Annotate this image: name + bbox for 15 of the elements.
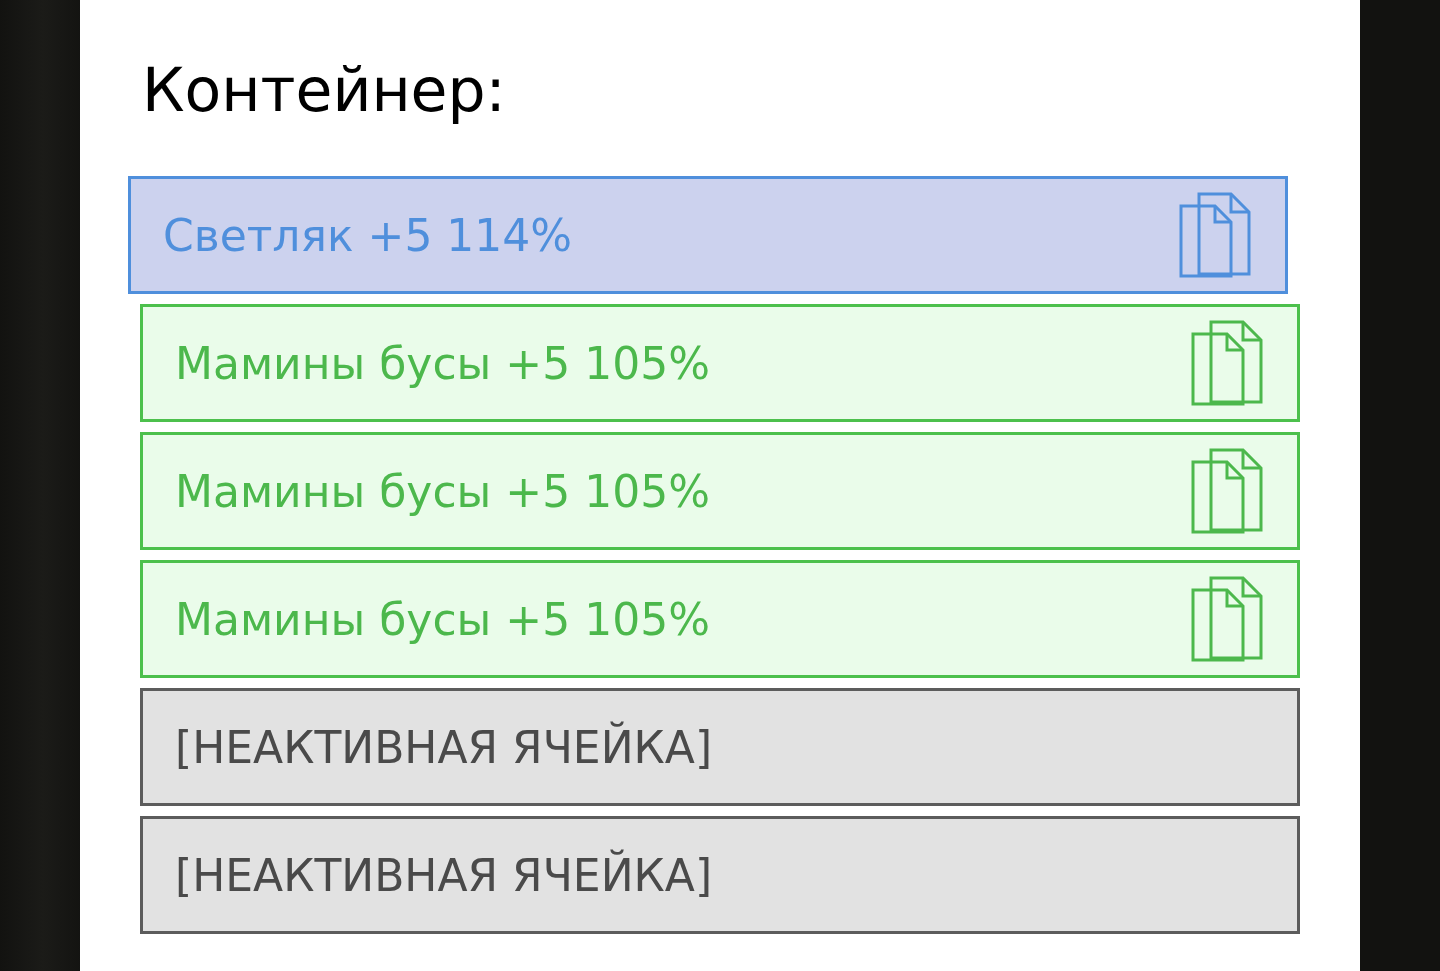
item-label: Мамины бусы +5 105%	[175, 337, 710, 389]
container-title: Контейнер:	[142, 54, 507, 127]
item-label: Светляк +5 114%	[163, 209, 573, 261]
item-label: Мамины бусы +5 105%	[175, 593, 710, 645]
item-label: [НЕАКТИВНАЯ ЯЧЕЙКА]	[175, 721, 713, 773]
copy-icon[interactable]	[1179, 192, 1253, 278]
item-slot[interactable]: Светляк +5 114%	[128, 176, 1288, 294]
item-slot[interactable]: Мамины бусы +5 105%	[140, 560, 1300, 678]
item-label: [НЕАКТИВНАЯ ЯЧЕЙКА]	[175, 849, 713, 901]
copy-icon[interactable]	[1191, 576, 1265, 662]
item-label: Мамины бусы +5 105%	[175, 465, 710, 517]
item-slot[interactable]: Мамины бусы +5 105%	[140, 432, 1300, 550]
copy-icon[interactable]	[1191, 448, 1265, 534]
item-slot[interactable]: Мамины бусы +5 105%	[140, 304, 1300, 422]
copy-icon[interactable]	[1191, 320, 1265, 406]
